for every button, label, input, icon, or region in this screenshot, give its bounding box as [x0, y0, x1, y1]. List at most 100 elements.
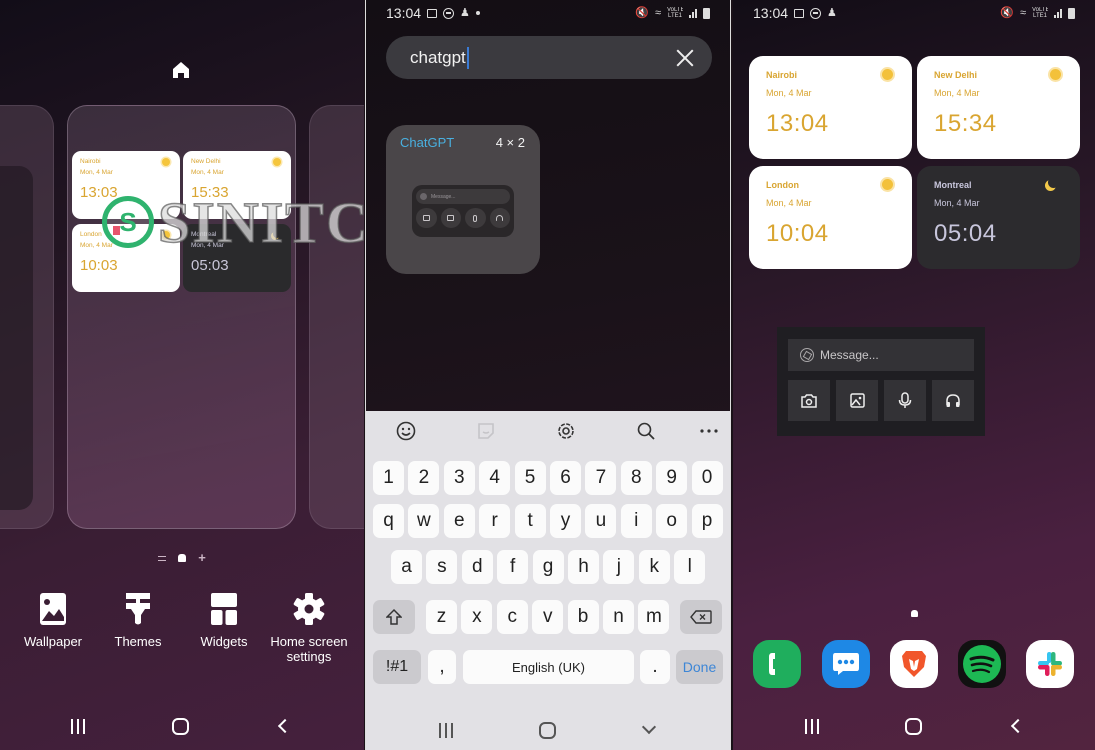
recent-apps-button[interactable] — [426, 714, 466, 746]
app-phone[interactable] — [753, 640, 801, 688]
key-o[interactable]: o — [656, 504, 688, 538]
emoji-icon[interactable] — [394, 420, 418, 442]
widget-app-name: ChatGPT — [400, 135, 455, 150]
page-list-icon[interactable] — [158, 555, 167, 561]
sticker-icon[interactable] — [474, 420, 498, 442]
image-button[interactable] — [836, 380, 878, 421]
clock-widget-nairobi[interactable]: Nairobi Mon, 4 Mar 13:03 — [72, 151, 180, 219]
status-bar: 13:04 ♟ 🔇 ≈ VoLTE LTE1 — [753, 4, 1075, 22]
home-icon — [538, 721, 556, 739]
themes-button[interactable]: Themes — [88, 592, 188, 649]
microphone-button[interactable] — [884, 380, 926, 421]
key-c[interactable]: c — [496, 600, 528, 634]
key-k[interactable]: k — [638, 550, 670, 584]
key-m[interactable]: m — [638, 600, 670, 634]
back-button[interactable] — [262, 710, 302, 742]
key-l[interactable]: l — [674, 550, 706, 584]
key-w[interactable]: w — [408, 504, 440, 538]
clock-time: 10:04 — [766, 220, 829, 247]
key-y[interactable]: y — [550, 504, 581, 538]
microphone-icon — [898, 392, 912, 408]
key-p[interactable]: p — [691, 504, 723, 538]
key-z[interactable]: z — [426, 600, 457, 634]
recent-apps-button[interactable] — [58, 710, 98, 742]
hide-keyboard-button[interactable] — [629, 714, 669, 746]
period-key[interactable]: . — [640, 650, 670, 684]
shift-key[interactable] — [373, 600, 415, 634]
key-g[interactable]: g — [532, 550, 564, 584]
clear-search-button[interactable] — [674, 47, 696, 69]
widget-search-bar[interactable]: chatgpt — [386, 36, 712, 79]
key-q[interactable]: q — [373, 504, 404, 538]
key-7[interactable]: 7 — [585, 461, 617, 495]
symbols-key[interactable]: !#1 — [373, 650, 421, 684]
key-t[interactable]: t — [514, 504, 546, 538]
add-page-icon[interactable]: + — [198, 551, 206, 564]
key-v[interactable]: v — [532, 600, 564, 634]
slack-icon — [1038, 652, 1062, 676]
clock-widget-montreal[interactable]: Montreal Mon, 4 Mar 05:04 — [917, 166, 1080, 269]
home-page-dot-icon[interactable] — [178, 554, 187, 562]
chatgpt-message-input[interactable]: Message... — [788, 339, 974, 371]
next-page-preview[interactable] — [309, 105, 364, 529]
chatgpt-widget-result[interactable]: ChatGPT 4 × 2 Message... — [386, 125, 540, 274]
key-h[interactable]: h — [568, 550, 599, 584]
key-i[interactable]: i — [620, 504, 652, 538]
search-icon[interactable] — [634, 420, 658, 442]
comma-key[interactable]: , — [428, 650, 456, 684]
previous-page-preview[interactable] — [0, 105, 54, 529]
key-n[interactable]: n — [603, 600, 634, 634]
key-a[interactable]: a — [391, 550, 422, 584]
key-8[interactable]: 8 — [620, 461, 652, 495]
key-5[interactable]: 5 — [514, 461, 546, 495]
key-u[interactable]: u — [585, 504, 617, 538]
key-r[interactable]: r — [479, 504, 511, 538]
app-slack[interactable] — [1026, 640, 1074, 688]
key-4[interactable]: 4 — [479, 461, 511, 495]
key-0[interactable]: 0 — [691, 461, 723, 495]
clock-city: New Delhi — [934, 70, 978, 80]
recent-apps-icon — [805, 718, 819, 734]
app-brave[interactable] — [890, 640, 938, 688]
status-time: 13:04 — [753, 5, 789, 21]
more-icon[interactable] — [697, 420, 721, 442]
done-key[interactable]: Done — [676, 650, 723, 684]
default-home-page-icon[interactable] — [171, 60, 191, 80]
back-button[interactable] — [995, 710, 1035, 742]
camera-button[interactable] — [788, 380, 830, 421]
app-spotify[interactable] — [958, 640, 1006, 688]
home-button[interactable] — [893, 710, 933, 742]
key-9[interactable]: 9 — [656, 461, 688, 495]
paint-brush-icon — [122, 592, 154, 626]
voice-chat-button[interactable] — [932, 380, 974, 421]
backspace-key[interactable] — [680, 600, 722, 634]
home-page-preview[interactable]: Nairobi Mon, 4 Mar 13:03 New Delhi Mon, … — [67, 105, 296, 529]
key-e[interactable]: e — [443, 504, 475, 538]
key-b[interactable]: b — [567, 600, 599, 634]
app-messages[interactable] — [822, 640, 870, 688]
clock-widget-montreal[interactable]: Montreal Mon, 4 Mar 05:03 — [183, 224, 291, 292]
clock-widget-london[interactable]: London Mon, 4 Mar 10:04 — [749, 166, 912, 269]
search-input[interactable]: chatgpt — [410, 48, 466, 68]
key-d[interactable]: d — [461, 550, 493, 584]
key-2[interactable]: 2 — [408, 461, 440, 495]
home-icon — [171, 717, 189, 735]
home-button[interactable] — [160, 710, 200, 742]
clock-widget-new-delhi[interactable]: New Delhi Mon, 4 Mar 15:33 — [183, 151, 291, 219]
recent-apps-button[interactable] — [792, 710, 832, 742]
key-j[interactable]: j — [603, 550, 635, 584]
key-3[interactable]: 3 — [443, 461, 475, 495]
key-1[interactable]: 1 — [373, 461, 404, 495]
home-button[interactable] — [527, 714, 567, 746]
settings-icon[interactable] — [554, 420, 578, 442]
key-s[interactable]: s — [426, 550, 458, 584]
key-x[interactable]: x — [461, 600, 493, 634]
clock-widget-nairobi[interactable]: Nairobi Mon, 4 Mar 13:04 — [749, 56, 912, 159]
spacebar-key[interactable]: English (UK) — [463, 650, 634, 684]
home-screen-settings-button[interactable]: Home screen settings — [259, 592, 359, 664]
wifi-icon: ≈ — [654, 6, 661, 19]
key-6[interactable]: 6 — [550, 461, 581, 495]
clock-widget-london[interactable]: London Mon, 4 Mar 10:03 — [72, 224, 180, 292]
clock-widget-new-delhi[interactable]: New Delhi Mon, 4 Mar 15:34 — [917, 56, 1080, 159]
key-f[interactable]: f — [497, 550, 529, 584]
